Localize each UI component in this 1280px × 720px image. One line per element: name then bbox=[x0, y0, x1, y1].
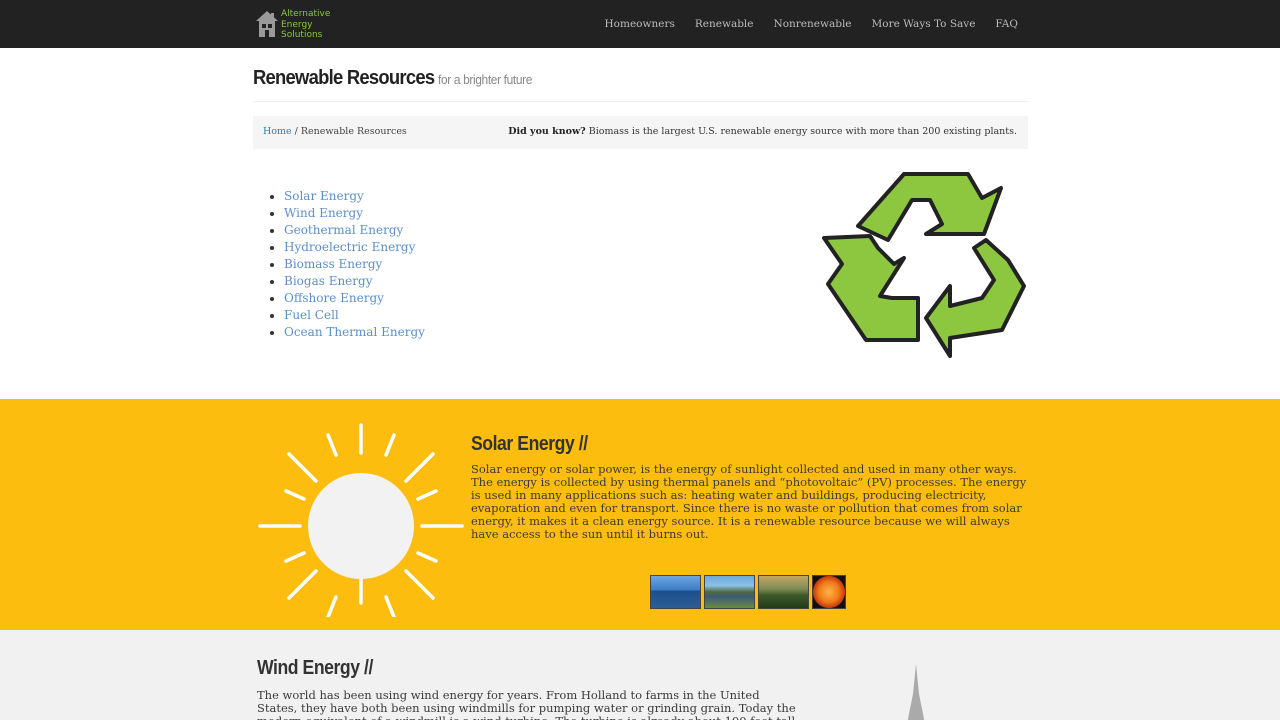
breadcrumb-current: Renewable Resources bbox=[300, 126, 407, 137]
list-item: Geothermal Energy bbox=[284, 222, 425, 239]
fact-label: Did you know? bbox=[508, 126, 586, 137]
page-title-text: Renewable Resources bbox=[253, 67, 435, 89]
breadcrumb-bar: Home / Renewable Resources Did you know?… bbox=[253, 116, 1028, 149]
breadcrumb-separator: / bbox=[291, 126, 301, 137]
list-item: Ocean Thermal Energy bbox=[284, 324, 425, 341]
link-hydroelectric-energy[interactable]: Hydroelectric Energy bbox=[284, 240, 415, 254]
energy-type-list: Solar Energy Wind Energy Geothermal Ener… bbox=[284, 188, 425, 341]
list-item: Fuel Cell bbox=[284, 307, 425, 324]
nav-renewable[interactable]: Renewable bbox=[695, 18, 754, 30]
fact-text: Biomass is the largest U.S. renewable en… bbox=[585, 126, 1017, 137]
did-you-know-fact: Did you know? Biomass is the largest U.S… bbox=[508, 126, 1017, 137]
brand-line-1: Alternative bbox=[281, 9, 331, 19]
page-header: Renewable Resources for a brighter future bbox=[253, 66, 1028, 102]
breadcrumb-home-link[interactable]: Home bbox=[263, 126, 292, 137]
solar-section-body: Solar energy or solar power, is the ener… bbox=[471, 462, 1027, 541]
wind-section-title: Wind Energy // bbox=[257, 657, 373, 679]
house-icon bbox=[256, 11, 278, 37]
link-solar-energy[interactable]: Solar Energy bbox=[284, 189, 364, 203]
link-wind-energy[interactable]: Wind Energy bbox=[284, 206, 363, 220]
solar-thumbnail-gallery bbox=[650, 575, 846, 609]
nav-nonrenewable[interactable]: Nonrenewable bbox=[774, 18, 852, 30]
link-geothermal-energy[interactable]: Geothermal Energy bbox=[284, 223, 403, 237]
link-ocean-thermal-energy[interactable]: Ocean Thermal Energy bbox=[284, 325, 425, 339]
recycle-icon bbox=[822, 172, 1026, 358]
brand-logo[interactable]: Alternative Energy Solutions bbox=[255, 8, 355, 40]
wind-section-body: The world has been using wind energy for… bbox=[257, 688, 796, 720]
brand-line-2: Energy bbox=[281, 19, 313, 30]
solar-section-title: Solar Energy // bbox=[471, 433, 588, 455]
page-title: Renewable Resources for a brighter future bbox=[253, 67, 532, 90]
link-biogas-energy[interactable]: Biogas Energy bbox=[284, 274, 372, 288]
nav-faq[interactable]: FAQ bbox=[995, 18, 1018, 30]
nav-more-ways-to-save[interactable]: More Ways To Save bbox=[872, 18, 976, 30]
list-item: Wind Energy bbox=[284, 205, 425, 222]
link-offshore-energy[interactable]: Offshore Energy bbox=[284, 291, 384, 305]
list-item: Solar Energy bbox=[284, 188, 425, 205]
sun-icon bbox=[258, 423, 464, 617]
breadcrumb: Home / Renewable Resources bbox=[263, 126, 407, 137]
list-item: Biomass Energy bbox=[284, 256, 425, 273]
link-biomass-energy[interactable]: Biomass Energy bbox=[284, 257, 382, 271]
page-subtitle: for a brighter future bbox=[438, 72, 533, 87]
link-fuel-cell[interactable]: Fuel Cell bbox=[284, 308, 339, 322]
solar-energy-section: Solar Energy // Solar energy or solar po… bbox=[0, 399, 1280, 630]
solar-thumbnail[interactable] bbox=[704, 575, 755, 609]
solar-thumbnail[interactable] bbox=[812, 575, 846, 609]
solar-thumbnail[interactable] bbox=[650, 575, 701, 609]
brand-line-3: Solutions bbox=[281, 30, 323, 40]
solar-thumbnail[interactable] bbox=[758, 575, 809, 609]
nav-homeowners[interactable]: Homeowners bbox=[605, 18, 675, 30]
brand-text: Alternative Energy Solutions bbox=[281, 9, 330, 41]
wind-turbine-icon bbox=[907, 664, 925, 720]
list-item: Offshore Energy bbox=[284, 290, 425, 307]
main-nav: Homeowners Renewable Nonrenewable More W… bbox=[585, 0, 1018, 48]
top-navbar: Alternative Energy Solutions Homeowners … bbox=[0, 0, 1280, 48]
wind-energy-section: Wind Energy // The world has been using … bbox=[0, 630, 1280, 720]
list-item: Hydroelectric Energy bbox=[284, 239, 425, 256]
list-item: Biogas Energy bbox=[284, 273, 425, 290]
